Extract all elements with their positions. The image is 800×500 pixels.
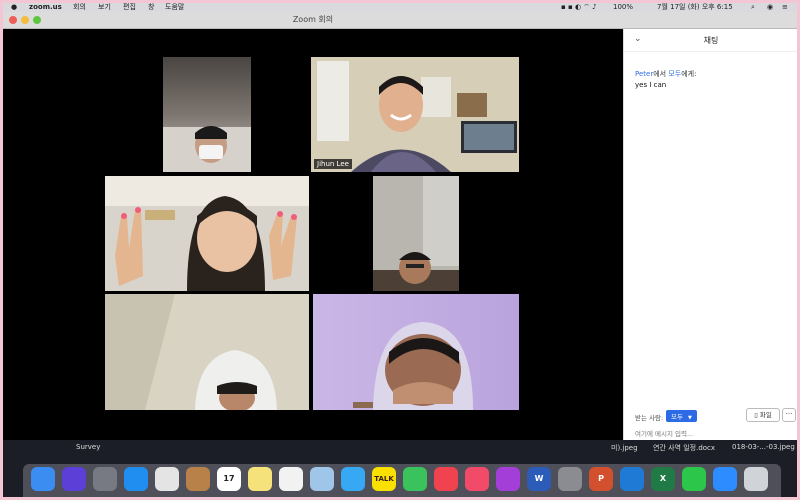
status-icons[interactable]: ▪ ▪ ◐ ⌔ ♪ [561,3,597,12]
menu-app-name[interactable]: zoom.us [29,3,62,12]
apple-icon[interactable]: ● [11,3,17,12]
message-to-text: 에게: [681,70,697,78]
message-sender[interactable]: Peter [635,70,653,78]
dock-powerpoint-icon[interactable]: P [589,467,613,491]
dock-word-icon[interactable]: W [527,467,551,491]
dock-launchpad-icon[interactable] [93,467,117,491]
dock-siri-icon[interactable] [62,467,86,491]
caret-down-icon: ▼ [687,415,692,421]
menu-item-meeting[interactable]: 회의 [73,3,86,12]
chat-title: 채팅 [703,36,719,45]
spotlight-icon[interactable]: ⌕ [751,3,755,12]
dock-kakaotalk-icon[interactable]: TALK [372,467,396,491]
message-recipient[interactable]: 모두 [668,70,681,78]
control-icon[interactable]: ≡ [782,3,788,12]
desktop-item-survey[interactable]: Survey [76,443,100,451]
document-icon: ▯ [754,411,758,419]
dock-safari-icon[interactable] [124,467,148,491]
dock-preview-icon[interactable] [310,467,334,491]
participant-video [105,176,309,291]
video-tile[interactable] [313,294,519,410]
dock: 17 TALK W P X [23,464,781,497]
participant-video [311,57,519,172]
zoom-window: Zoom 회의 Jihun Lee ⌄ 채팅 Peter에서 모두에게: yes… [3,12,797,440]
file-button-label: 파일 [759,411,772,419]
title-bar: Zoom 회의 [3,12,797,29]
screen: ● zoom.us 회의 보기 편집 창 도움말 ▪ ▪ ◐ ⌔ ♪ 100% … [3,3,797,497]
chat-message-header: Peter에서 모두에게: [635,69,696,79]
siri-menu-icon[interactable]: ◉ [767,3,773,12]
dock-trash-icon[interactable] [744,467,768,491]
dock-zoom-icon[interactable] [713,467,737,491]
dock-excel-icon[interactable]: X [651,467,675,491]
more-options-button[interactable]: ··· [782,408,796,422]
video-tile-active[interactable]: Jihun Lee [311,57,519,172]
dock-calendar-icon[interactable]: 17 [217,467,241,491]
window-title: Zoom 회의 [292,15,334,24]
dock-reminders-icon[interactable] [279,467,303,491]
message-from-text: 에서 [653,70,669,78]
menu-item-window[interactable]: 창 [148,3,154,12]
chat-panel: ⌄ 채팅 Peter에서 모두에게: yes I can 받는 사람: 모두 ▼ … [623,29,797,440]
video-tile[interactable] [105,57,309,172]
participant-video [313,294,519,410]
chat-header: ⌄ 채팅 [624,29,797,52]
menu-item-edit[interactable]: 편집 [123,3,136,12]
menu-bar: ● zoom.us 회의 보기 편집 창 도움말 ▪ ▪ ◐ ⌔ ♪ 100% … [3,3,797,12]
dock-system-preferences-icon[interactable] [558,467,582,491]
desktop-file[interactable]: 연간 사역 일정.docx [653,443,715,453]
participant-video [373,176,459,291]
dock-notes-icon[interactable] [248,467,272,491]
dock-outlook-icon[interactable] [620,467,644,491]
desktop-file[interactable]: 018-03-...-03.jpeg [732,443,795,451]
dock-finder-icon[interactable] [31,467,55,491]
dock-whatsapp-icon[interactable] [682,467,706,491]
to-label: 받는 사람: [635,414,664,422]
gallery-view: Jihun Lee [3,29,623,440]
dock-music-icon[interactable] [465,467,489,491]
video-tile[interactable] [105,294,309,410]
participant-video [105,294,309,410]
recipient-dropdown[interactable]: 모두 ▼ [666,410,697,422]
dock-podcasts-icon[interactable] [496,467,520,491]
battery-level[interactable]: 100% [613,3,633,12]
file-button[interactable]: ▯ 파일 [746,408,780,422]
dock-chrome-icon[interactable] [155,467,179,491]
recipient-value: 모두 [671,413,683,421]
chat-message-text: yes I can [635,81,667,89]
dock-news-icon[interactable] [434,467,458,491]
participant-name-tag: Jihun Lee [314,159,352,169]
video-tile[interactable] [313,176,519,291]
menu-item-view[interactable]: 보기 [98,3,111,12]
video-tile[interactable] [105,176,309,291]
participant-video [163,57,251,172]
menu-item-help[interactable]: 도움말 [165,3,184,12]
dock-notefile-icon[interactable] [186,467,210,491]
dock-messages-icon[interactable] [341,467,365,491]
desktop-file[interactable]: 미).jpeg [611,443,638,453]
chat-input[interactable]: 여기에 메시지 입력... [635,428,693,438]
dock-facetime-icon[interactable] [403,467,427,491]
menu-clock[interactable]: 7월 17일 (화) 오후 6:15 [657,3,733,12]
